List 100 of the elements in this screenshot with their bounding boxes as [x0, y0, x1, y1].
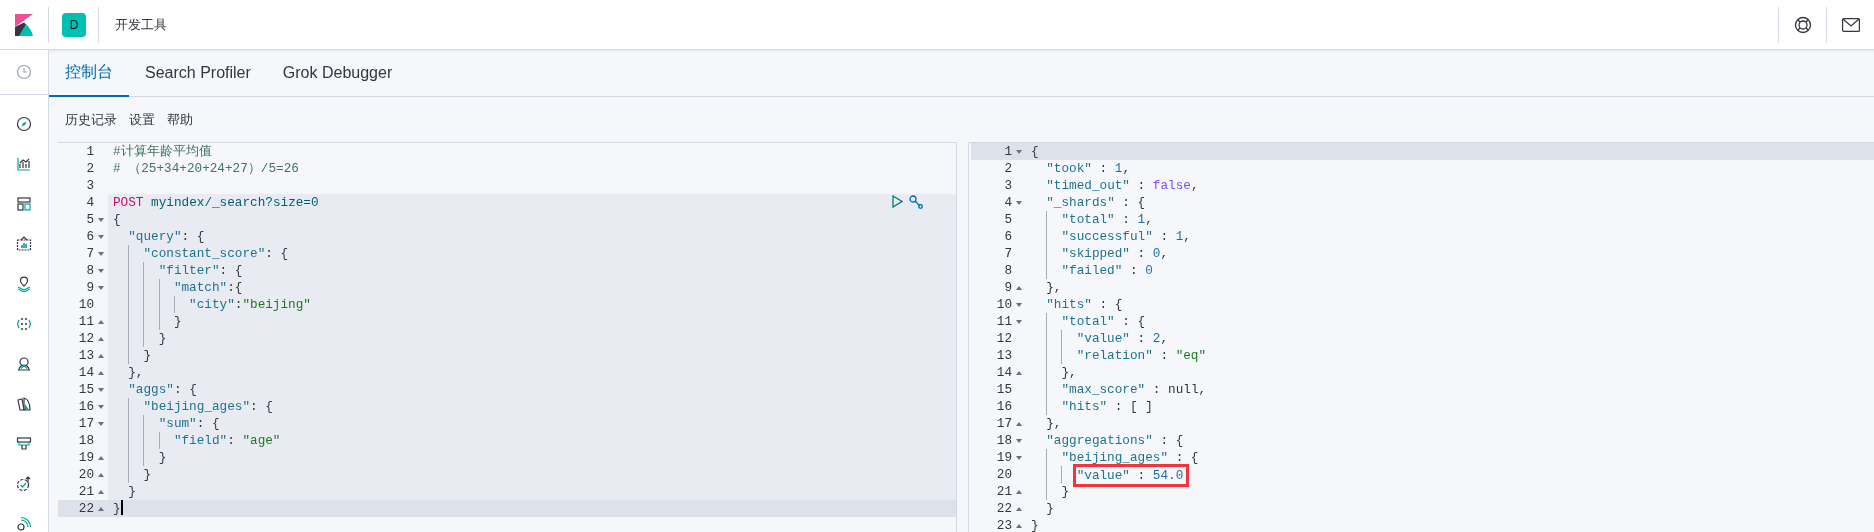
fold-icon[interactable] — [1016, 285, 1022, 290]
tab[interactable]: 控制台 — [49, 50, 129, 97]
code-line: "timed_out" : false, — [1046, 177, 1199, 194]
line-number: 13 — [78, 347, 94, 364]
easel-icon[interactable] — [16, 236, 32, 252]
clock-icon[interactable] — [16, 64, 32, 80]
mail-icon[interactable] — [1841, 17, 1860, 32]
fold-icon[interactable] — [98, 404, 104, 409]
line-number: 16 — [78, 398, 94, 415]
fold-icon[interactable] — [98, 353, 104, 358]
code-line: }, — [1061, 364, 1077, 381]
shapes-icon[interactable] — [16, 396, 32, 412]
line-number: 1 — [86, 143, 94, 160]
fold-icon[interactable] — [98, 370, 104, 375]
code-line: POST myindex/_search?size=0 — [113, 194, 319, 211]
fold-icon[interactable] — [1016, 319, 1022, 324]
code-line: "hits" : [ ] — [1061, 398, 1153, 415]
fold-icon[interactable] — [1016, 455, 1022, 460]
fold-icon[interactable] — [98, 268, 104, 273]
toolbar-link[interactable]: 历史记录 — [65, 110, 117, 129]
fold-icon[interactable] — [98, 336, 104, 341]
tab[interactable]: Search Profiler — [129, 50, 267, 97]
fold-icon[interactable] — [98, 217, 104, 222]
code-line: }, — [128, 364, 144, 381]
line-number: 4 — [86, 194, 94, 211]
fold-icon[interactable] — [98, 421, 104, 426]
logo-icon[interactable] — [15, 13, 33, 36]
fold-icon[interactable] — [98, 285, 104, 290]
line-number: 18 — [78, 432, 94, 449]
dots-grid-icon[interactable] — [16, 316, 32, 332]
fold-icon[interactable] — [1016, 438, 1022, 443]
code-line: } — [143, 466, 152, 483]
code-line: "total" : { — [1061, 313, 1146, 330]
code-line: }, — [1046, 279, 1062, 296]
line-number: 7 — [86, 245, 94, 262]
code-line: "beijing_ages" : { — [1061, 449, 1199, 466]
chart-icon[interactable] — [16, 156, 32, 172]
code-line: } — [143, 347, 152, 364]
code-line: "city":"beijing" — [189, 296, 311, 313]
line-number: 17 — [996, 415, 1012, 432]
space-avatar[interactable]: D — [62, 12, 86, 37]
fold-icon[interactable] — [1016, 149, 1022, 154]
line-number: 17 — [78, 415, 94, 432]
code-line: "aggs": { — [128, 381, 197, 398]
code-line: } — [158, 449, 167, 466]
line-number: 14 — [996, 364, 1012, 381]
compass-icon[interactable] — [16, 116, 32, 132]
line-number: 5 — [1004, 211, 1012, 228]
line-number: 9 — [86, 279, 94, 296]
help-icon[interactable] — [1793, 15, 1812, 34]
fold-icon[interactable] — [98, 251, 104, 256]
line-number: 23 — [996, 517, 1012, 532]
monitor-icon[interactable] — [16, 436, 32, 452]
code-line: } — [173, 313, 182, 330]
line-number: 11 — [996, 313, 1012, 330]
line-number: 20 — [78, 466, 94, 483]
fold-icon[interactable] — [1016, 370, 1022, 375]
fold-icon[interactable] — [1016, 302, 1022, 307]
code-line: "skipped" : 0, — [1061, 245, 1169, 262]
fold-icon[interactable] — [98, 234, 104, 239]
fold-icon[interactable] — [98, 472, 104, 477]
line-number: 20 — [996, 466, 1012, 483]
fold-icon[interactable] — [1016, 421, 1022, 426]
fold-icon[interactable] — [98, 489, 104, 494]
play-icon[interactable] — [892, 195, 903, 208]
toolbar-link[interactable]: 帮助 — [167, 110, 193, 129]
fold-icon[interactable] — [1016, 523, 1022, 528]
line-number: 19 — [78, 449, 94, 466]
line-number: 5 — [86, 211, 94, 228]
code-line: } — [1061, 483, 1070, 500]
fold-icon[interactable] — [98, 506, 104, 511]
line-number: 11 — [78, 313, 94, 330]
line-number: 10 — [996, 296, 1012, 313]
line-number: 22 — [78, 500, 94, 517]
fold-icon[interactable] — [1016, 200, 1022, 205]
fold-icon[interactable] — [98, 455, 104, 460]
line-number: 19 — [996, 449, 1012, 466]
line-number: 3 — [1004, 177, 1012, 194]
line-number: 10 — [78, 296, 94, 313]
line-number: 3 — [86, 177, 94, 194]
line-number: 21 — [996, 483, 1012, 500]
code-line: # （25+34+20+24+27）/5=26 — [113, 160, 299, 177]
line-number: 7 — [1004, 245, 1012, 262]
tab[interactable]: Grok Debugger — [266, 50, 409, 97]
map-pin-icon[interactable] — [16, 276, 32, 292]
line-number: 4 — [1004, 194, 1012, 211]
signal-icon[interactable] — [16, 516, 32, 532]
line-number: 1 — [1004, 143, 1012, 160]
fold-icon[interactable] — [98, 319, 104, 324]
line-number: 8 — [86, 262, 94, 279]
code-line: "failed" : 0 — [1061, 262, 1153, 279]
code-line: { — [1031, 143, 1039, 160]
toolbar-link[interactable]: 设置 — [129, 110, 155, 129]
code-line: { — [113, 211, 121, 228]
line-number: 8 — [1004, 262, 1012, 279]
fold-icon[interactable] — [1016, 489, 1022, 494]
fold-icon[interactable] — [1016, 506, 1022, 511]
dashboard-icon[interactable] — [16, 196, 32, 212]
fold-icon[interactable] — [98, 387, 104, 392]
line-number: 2 — [1004, 160, 1012, 177]
